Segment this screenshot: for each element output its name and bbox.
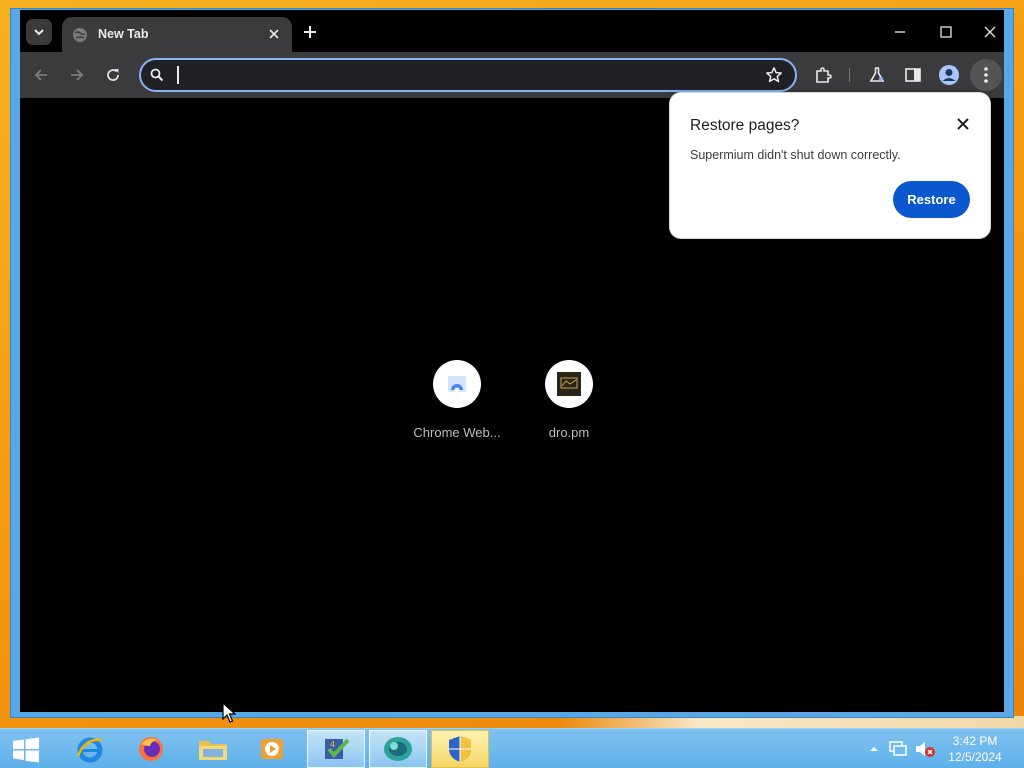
- shortcut-icon: [545, 360, 593, 408]
- side-panel-icon: [905, 68, 921, 82]
- taskbar-clock[interactable]: 3:42 PM 12/5/2024: [944, 733, 1006, 765]
- clock-time: 3:42 PM: [952, 734, 998, 748]
- shortcut-label: dro.pm: [548, 425, 590, 440]
- restore-button[interactable]: Restore: [893, 181, 970, 218]
- labs-button[interactable]: [865, 63, 889, 87]
- volume-muted-icon[interactable]: [914, 740, 936, 758]
- reload-icon: [107, 69, 119, 81]
- windows-logo-icon: [13, 737, 39, 763]
- taskbar: 4 3:42 PM 12/5/2024: [0, 728, 1024, 768]
- folder-icon: [199, 741, 227, 760]
- minimize-button[interactable]: [878, 15, 922, 49]
- forward-button[interactable]: [65, 63, 89, 87]
- checklist-icon: 4: [325, 738, 350, 759]
- minimize-icon: [895, 31, 905, 33]
- media-player-icon: [261, 739, 283, 759]
- globe-icon: [73, 28, 87, 42]
- tab-strip: New Tab: [20, 10, 1004, 52]
- more-vertical-icon: [984, 67, 988, 83]
- taskbar-security-app[interactable]: [431, 730, 489, 768]
- shield-icon: [449, 736, 471, 762]
- address-bar[interactable]: [139, 58, 797, 92]
- side-panel-button[interactable]: [901, 63, 925, 87]
- back-button[interactable]: [29, 63, 53, 87]
- taskbar-media-player[interactable]: [243, 730, 301, 768]
- flask-icon: [869, 67, 885, 82]
- mouse-cursor-icon: [222, 702, 236, 723]
- maximize-icon: [940, 26, 952, 38]
- puzzle-icon: [816, 67, 832, 83]
- dialog-message: Supermium didn't shut down correctly.: [690, 148, 901, 162]
- arrow-left-icon: [34, 69, 47, 81]
- internet-explorer-icon: [76, 737, 103, 763]
- star-icon[interactable]: [765, 66, 783, 84]
- plus-icon: [304, 26, 316, 38]
- maximize-button[interactable]: [924, 15, 968, 49]
- taskbar-firefox[interactable]: [122, 730, 180, 768]
- web-store-icon: [448, 376, 466, 393]
- taskbar-file-explorer[interactable]: [184, 730, 242, 768]
- start-button[interactable]: [8, 735, 44, 765]
- address-input[interactable]: [175, 64, 745, 86]
- tab-close-button[interactable]: [264, 25, 284, 45]
- taskbar-network-app[interactable]: [369, 730, 427, 768]
- close-icon[interactable]: [954, 115, 972, 133]
- dialog-title: Restore pages?: [690, 117, 800, 134]
- taskbar-internet-explorer[interactable]: [61, 730, 119, 768]
- shortcut-label: Chrome Web...: [413, 425, 501, 440]
- extensions-button[interactable]: [811, 63, 835, 87]
- tab-new-tab[interactable]: New Tab: [62, 17, 292, 52]
- svg-text:4: 4: [330, 740, 335, 749]
- text-caret: [177, 66, 179, 84]
- search-icon: [150, 68, 164, 82]
- clock-date: 12/5/2024: [948, 750, 1002, 764]
- network-icon[interactable]: [888, 740, 908, 758]
- shortcut-dro-pm[interactable]: dro.pm: [514, 360, 624, 440]
- close-icon: [984, 26, 996, 38]
- menu-button[interactable]: [970, 59, 1002, 91]
- taskbar-task-app[interactable]: 4: [307, 730, 365, 768]
- tab-title: New Tab: [98, 27, 149, 41]
- shortcut-chrome-web-store[interactable]: Chrome Web...: [402, 360, 512, 440]
- new-tab-button[interactable]: [298, 20, 322, 44]
- reload-button[interactable]: [101, 63, 125, 87]
- restore-pages-dialog: Restore pages? Supermium didn't shut dow…: [669, 92, 991, 239]
- avatar-icon: [939, 65, 959, 85]
- profile-button[interactable]: [937, 63, 961, 87]
- toolbar-separator: [849, 68, 850, 82]
- chevron-down-icon: [34, 29, 44, 36]
- system-tray: [868, 729, 936, 768]
- shortcut-icon: [433, 360, 481, 408]
- close-window-button[interactable]: [968, 15, 1012, 49]
- arrow-right-icon: [71, 69, 84, 81]
- dro-pm-icon: [557, 372, 581, 396]
- globe-icon: [384, 737, 412, 761]
- close-icon: [269, 29, 279, 39]
- chevron-up-icon[interactable]: [868, 743, 880, 755]
- tab-search-button[interactable]: [26, 19, 52, 45]
- firefox-icon: [139, 737, 163, 761]
